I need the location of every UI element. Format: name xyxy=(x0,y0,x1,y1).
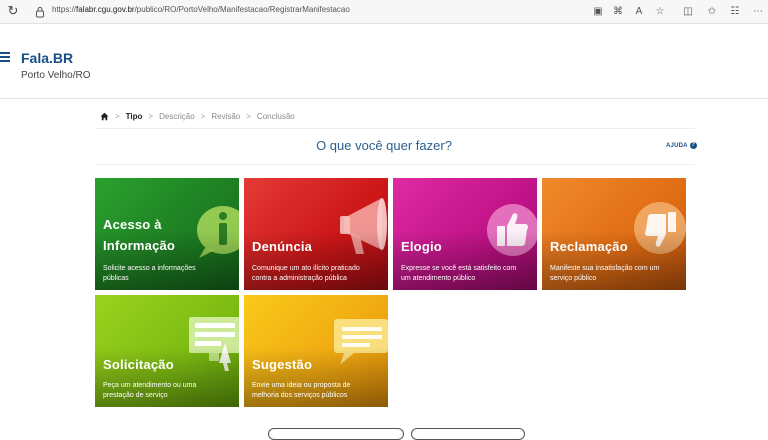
breadcrumb: > Tipo > Descrição > Revisão > Conclusão xyxy=(100,110,295,122)
divider xyxy=(96,164,695,165)
bottom-button[interactable] xyxy=(268,428,404,440)
help-link[interactable]: AJUDA ? xyxy=(666,142,697,149)
breadcrumb-step-conclusao: Conclusão xyxy=(256,111,295,121)
tile-sugestao[interactable]: Sugestão Envie uma ideia ou proposta de … xyxy=(244,295,388,407)
tile-description: serviço público xyxy=(550,275,597,282)
home-icon[interactable] xyxy=(100,112,109,121)
address-bar[interactable]: https://falabr.cgu.gov.br/publico/RO/Por… xyxy=(52,5,350,14)
tile-description: Expresse se você está satisfeito com xyxy=(401,265,517,272)
extensions-grid-icon[interactable]: ⌘ xyxy=(611,5,625,19)
collections-icon[interactable]: ☷ xyxy=(728,5,742,19)
tile-title: Elogio xyxy=(401,239,442,254)
url-path: /publico/RO/PortoVelho/Manifestacao/Regi… xyxy=(134,5,350,14)
page-title: O que você quer fazer? xyxy=(316,138,452,153)
tile-title: Solicitação xyxy=(103,357,174,372)
read-aloud-icon[interactable]: A xyxy=(632,5,646,19)
site-header: Fala.BR Porto Velho/RO xyxy=(0,24,768,99)
divider xyxy=(96,128,695,129)
tile-title: Informação xyxy=(103,238,176,253)
tile-title: Acesso à xyxy=(103,217,162,232)
lock-icon[interactable] xyxy=(35,6,45,18)
question-mark-icon: ? xyxy=(689,142,697,149)
tile-denuncia[interactable]: Denúncia Comunique um ato ilícito pratic… xyxy=(244,178,388,290)
location-subtitle: Porto Velho/RO xyxy=(21,70,91,81)
tile-description: contra a administração pública xyxy=(252,275,347,282)
tile-reclamacao[interactable]: Reclamação Manifeste sua insatisfação co… xyxy=(542,178,686,290)
breadcrumb-step-tipo: Tipo xyxy=(125,111,143,121)
tile-description: Comunique um ato ilícito praticado xyxy=(252,265,360,272)
hamburger-menu-icon[interactable] xyxy=(0,52,10,62)
chevron-right-icon: > xyxy=(115,111,120,121)
tile-acesso-informacao[interactable]: Acesso à Informação Solicite acesso a in… xyxy=(95,178,239,290)
help-label: AJUDA xyxy=(666,142,688,149)
tile-description: Solicite acesso a informações xyxy=(103,265,196,272)
tile-description: um atendimento público xyxy=(401,275,476,282)
tile-description: Envie uma ideia ou proposta de xyxy=(252,382,351,389)
chevron-right-icon: > xyxy=(148,111,154,121)
favorites-icon[interactable]: ✩ xyxy=(705,5,719,19)
url-prefix: https:// xyxy=(52,5,77,14)
tile-title: Reclamação xyxy=(550,239,628,254)
browser-toolbar: ↻ https://falabr.cgu.gov.br/publico/RO/P… xyxy=(0,0,768,24)
screen-cast-icon[interactable]: ▣ xyxy=(591,5,605,19)
tile-description: prestação de serviço xyxy=(103,392,168,399)
breadcrumb-step-revisao: Revisão xyxy=(211,111,241,121)
tile-title: Denúncia xyxy=(252,239,313,254)
tile-title: Sugestão xyxy=(252,357,313,372)
tile-description: Manifeste sua insatisfação com um xyxy=(550,265,660,272)
chevron-right-icon: > xyxy=(200,111,206,121)
tile-description: públicas xyxy=(103,275,129,282)
favorite-star-icon[interactable]: ☆ xyxy=(653,5,667,19)
tile-description: melhoria dos serviços públicos xyxy=(252,392,348,399)
bottom-button[interactable] xyxy=(411,428,525,440)
chevron-right-icon: > xyxy=(246,111,251,121)
more-icon[interactable]: ⋯ xyxy=(751,5,765,19)
tile-elogio[interactable]: Elogio Expresse se você está satisfeito … xyxy=(393,178,537,290)
tile-description: Peça um atendimento ou uma xyxy=(103,382,197,389)
brand-title[interactable]: Fala.BR xyxy=(21,50,73,66)
split-screen-icon[interactable]: ◫ xyxy=(681,5,695,19)
reload-icon[interactable]: ↻ xyxy=(6,4,20,18)
breadcrumb-step-descricao: Descrição xyxy=(159,111,195,121)
url-host: falabr.cgu.gov.br xyxy=(76,5,135,14)
tile-solicitacao[interactable]: Solicitação Peça um atendimento ou uma p… xyxy=(95,295,239,407)
